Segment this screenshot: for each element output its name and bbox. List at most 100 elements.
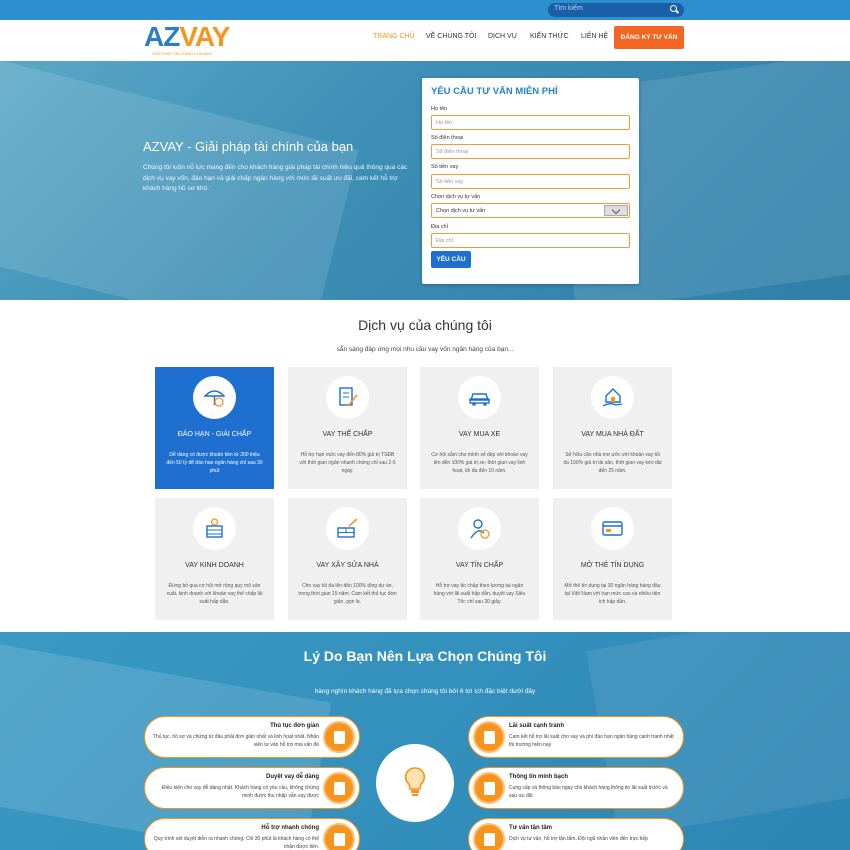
document-pen-icon <box>339 387 358 407</box>
service-card[interactable]: VAY XÂY SỬA NHÀ Cho vay tối đa lên đến 1… <box>288 498 407 620</box>
service-card[interactable]: VAY MUA XE Cơ hội sắm cho mình xế đẹp vớ… <box>420 367 539 489</box>
phone-placeholder: Số điện thoại <box>436 149 469 155</box>
gavel-icon <box>323 772 355 804</box>
service-icon-circle <box>458 376 501 419</box>
logo[interactable]: AZVAY GIẢI PHÁP TÀI CHÍNH CỦA BẠN <box>144 23 234 57</box>
service-card[interactable]: VAY MUA NHÀ ĐẤT Sở hữu căn nhà mơ ước vớ… <box>553 367 672 489</box>
services-subtitle: sẵn sàng đáp ứng mọi nhu cầu vay vốn ngâ… <box>336 346 514 353</box>
phone-field[interactable]: Số điện thoại <box>431 144 630 159</box>
coin-stack-icon <box>206 518 223 538</box>
name-field[interactable]: Họ tên <box>431 115 630 130</box>
nav-about[interactable]: VỀ CHÚNG TÔI <box>426 33 476 40</box>
lightbulb-icon <box>404 767 426 796</box>
submit-request-button[interactable]: YÊU CẦU <box>431 251 471 268</box>
service-title: VAY TÍN CHẤP <box>455 562 504 569</box>
service-title: MỞ THẺ TÍN DỤNG <box>580 562 645 569</box>
service-desc: Hỗ trợ hạn mức vay đến 80% giá trị TSĐB … <box>299 452 396 474</box>
why-title: Lý Do Bạn Nên Lựa Chọn Chúng Tôi <box>303 648 547 664</box>
services-title: Dịch vụ của chúng tôi <box>358 317 492 333</box>
name-label: Họ tên <box>431 106 448 112</box>
support-icon <box>323 823 355 850</box>
benefit-desc: Quy trình xét duyệt diễn ra nhanh chóng.… <box>153 836 319 850</box>
nav-contact[interactable]: LIÊN HỆ <box>581 33 608 40</box>
benefit-desc: Dịch vụ tư vấn, hỗ trợ tận tâm. Đội ngũ … <box>509 836 648 842</box>
center-lightbulb <box>376 744 454 822</box>
search-icon[interactable] <box>670 5 677 12</box>
name-placeholder: Họ tên <box>436 120 453 126</box>
logo-main: AZ <box>144 21 180 52</box>
service-title: ĐÁO HẠN - GIẢI CHẤP <box>177 431 252 438</box>
nav-services[interactable]: DỊCH VỤ <box>488 33 517 40</box>
benefit-title: Lãi suất cạnh tranh <box>509 723 565 729</box>
service-icon-circle <box>193 376 236 419</box>
top-bar: Tìm kiếm <box>0 0 850 20</box>
chart-icon <box>473 721 505 753</box>
document-icon <box>323 721 355 753</box>
benefit-title: Tư vấn tận tâm <box>509 825 553 831</box>
address-placeholder: Địa chỉ <box>436 238 453 244</box>
service-icon-circle <box>458 507 501 550</box>
service-icon-circle <box>326 507 369 550</box>
service-card[interactable]: ĐÁO HẠN - GIẢI CHẤP Dễ dàng có được khoả… <box>155 367 274 489</box>
service-title: VAY MUA NHÀ ĐẤT <box>581 431 644 438</box>
benefit-title: Thủ tục đơn giản <box>270 723 319 729</box>
address-field[interactable]: Địa chỉ <box>431 233 630 248</box>
hero-title: AZVAY - Giải pháp tài chính của bạn <box>143 139 354 154</box>
register-consult-button[interactable]: ĐĂNG KÝ TƯ VẤN <box>614 26 684 49</box>
umbrella-coin-icon <box>204 390 225 407</box>
benefit-item: Duyệt vay dễ dàng Điều kiện cho vay dễ d… <box>144 767 360 809</box>
car-icon <box>469 393 490 406</box>
nav-knowledge[interactable]: KIẾN THỨC <box>530 33 569 40</box>
benefit-item: Tư vấn tận tâm Dịch vụ tư vấn, hỗ trợ tậ… <box>468 818 684 850</box>
why-choose-us-section: Lý Do Bạn Nên Lựa Chọn Chúng Tôi hàng ng… <box>0 632 850 850</box>
credit-card-icon <box>602 521 623 536</box>
service-card[interactable]: MỞ THẺ TÍN DỤNG Mở thẻ tín dụng tại 30 n… <box>553 498 672 620</box>
service-card[interactable]: VAY THẾ CHẤP Hỗ trợ hạn mức vay đến 80% … <box>288 367 407 489</box>
service-selected-value: Chọn dịch vụ tư vấn <box>436 208 486 214</box>
service-icon-circle <box>193 507 236 550</box>
service-title: VAY XÂY SỬA NHÀ <box>316 562 379 569</box>
service-icon-circle <box>591 507 634 550</box>
amount-label: Số tiền vay <box>431 164 459 170</box>
benefit-item: Hỗ trợ nhanh chóng Quy trình xét duyệt d… <box>144 818 360 850</box>
benefit-title: Thông tin minh bạch <box>509 774 568 780</box>
benefit-desc: Điều kiện cho vay dễ dàng nhất. Khách hà… <box>161 785 319 799</box>
service-desc: Đừng bỏ qua cơ hội mở rộng quy mô sản xu… <box>166 583 263 605</box>
service-select[interactable]: Chọn dịch vụ tư vấn <box>431 203 630 218</box>
hero-description: Chúng tôi luôn nỗ lực mang đến cho khách… <box>143 164 408 192</box>
consultation-form: YÊU CẦU TƯ VẤN MIỄN PHÍ Họ tên Họ tên Số… <box>422 78 639 284</box>
service-icon-circle <box>326 376 369 419</box>
address-label: Địa chỉ <box>431 224 448 230</box>
service-desc: Hỗ trợ vay tín chấp theo lương tại ngân … <box>433 583 526 605</box>
house-hand-icon <box>602 388 623 407</box>
why-subtitle: hàng nghìn khách hàng đã lựa chọn chúng … <box>314 688 536 695</box>
slider-dots[interactable] <box>408 290 420 300</box>
benefit-title: Duyệt vay dễ dàng <box>265 774 319 780</box>
service-title: VAY KINH DOANH <box>185 562 244 569</box>
benefit-item: Thông tin minh bạch Cung cấp và thông bá… <box>468 767 684 809</box>
logo-accent: VAY <box>179 21 230 52</box>
form-title: YÊU CẦU TƯ VẤN MIỄN PHÍ <box>431 86 558 97</box>
info-document-icon <box>473 772 505 804</box>
benefit-desc: Cam kết hỗ trợ lãi suất cho vay và phí đ… <box>509 734 674 748</box>
amount-field[interactable]: Số tiền vay <box>431 174 630 189</box>
service-label: Chọn dịch vụ tư vấn <box>431 194 481 200</box>
service-card[interactable]: VAY KINH DOANH Đừng bỏ qua cơ hội mở rộn… <box>155 498 274 620</box>
service-desc: Cho vay tối đa lên đến 100% tổng dự án, … <box>298 583 397 605</box>
benefit-desc: Thủ tục, hồ sơ và chứng từ đầu phải đơn … <box>152 734 319 748</box>
service-desc: Cơ hội sắm cho mình xế đẹp với khoản vay… <box>431 452 528 474</box>
chevron-down-icon[interactable] <box>604 205 628 216</box>
search-placeholder: Tìm kiếm <box>554 5 583 12</box>
service-icon-circle <box>591 376 634 419</box>
service-card[interactable]: VAY TÍN CHẤP Hỗ trợ vay tín chấp theo lư… <box>420 498 539 620</box>
service-title: VAY THẾ CHẤP <box>322 431 373 438</box>
search-input[interactable]: Tìm kiếm <box>548 3 684 17</box>
amount-placeholder: Số tiền vay <box>436 179 464 185</box>
nav-home[interactable]: TRANG CHỦ <box>373 33 415 40</box>
brick-trowel-icon <box>337 518 358 538</box>
header: AZVAY GIẢI PHÁP TÀI CHÍNH CỦA BẠN TRANG … <box>0 20 850 61</box>
consultant-icon <box>473 823 505 850</box>
service-desc: Mở thẻ tín dụng tại 30 ngân hàng hàng đầ… <box>564 583 661 605</box>
person-money-icon <box>470 519 490 539</box>
phone-label: Số điện thoại <box>431 135 464 141</box>
